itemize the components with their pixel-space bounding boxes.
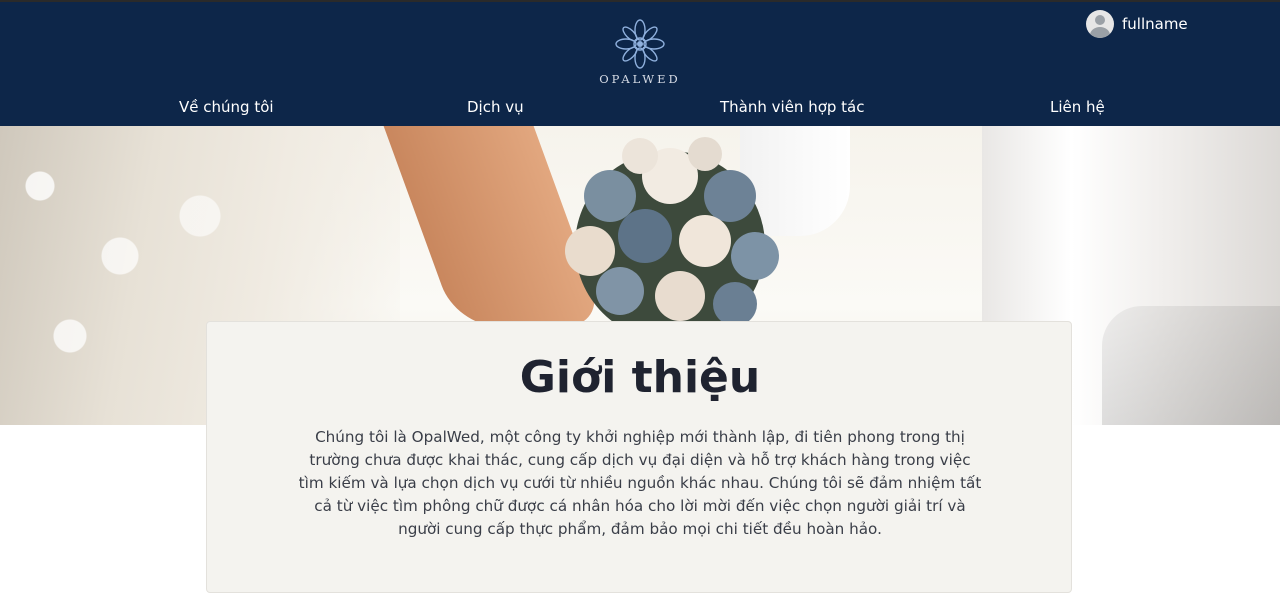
opalwed-logo[interactable]: OPALWED xyxy=(594,18,686,88)
intro-body: Chúng tôi là OpalWed, một công ty khởi n… xyxy=(298,428,982,538)
logo-flower-icon xyxy=(615,19,665,69)
user-menu[interactable]: fullname xyxy=(1086,10,1188,38)
hero-bouquet xyxy=(565,137,779,326)
logo-text: OPALWED xyxy=(599,72,681,86)
main-nav: Về chúng tôi Dịch vụ Thành viên hợp tác … xyxy=(0,98,1280,122)
site-header: OPALWED fullname Về chúng tôi Dịch vụ Th… xyxy=(0,0,1280,126)
user-avatar-icon[interactable] xyxy=(1086,10,1114,38)
user-name[interactable]: fullname xyxy=(1122,15,1188,33)
nav-item-about[interactable]: Về chúng tôi xyxy=(179,98,274,116)
nav-item-contact[interactable]: Liên hệ xyxy=(1050,98,1105,116)
intro-card: Giới thiệu Chúng tôi là OpalWed, một côn… xyxy=(206,321,1072,593)
nav-item-services[interactable]: Dịch vụ xyxy=(467,98,524,116)
nav-item-partners[interactable]: Thành viên hợp tác xyxy=(720,98,865,116)
intro-title: Giới thiệu xyxy=(519,352,761,403)
